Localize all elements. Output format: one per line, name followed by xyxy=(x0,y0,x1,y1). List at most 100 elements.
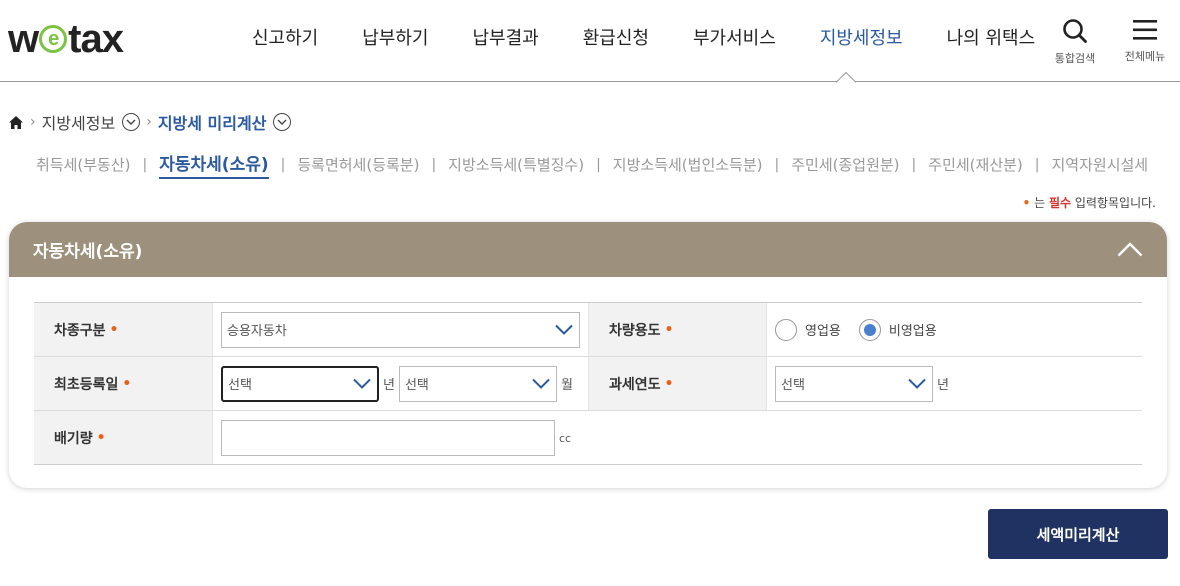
search-icon xyxy=(1063,19,1087,43)
required-note-highlight: 필수 xyxy=(1048,196,1072,210)
calculate-tax-button[interactable]: 세액미리계산 xyxy=(988,509,1168,559)
hamburger-icon xyxy=(1133,20,1157,40)
nav-item-payment-result[interactable]: 납부결과 xyxy=(451,24,561,54)
displacement-cell: cc xyxy=(213,411,1142,464)
vehicle-tax-panel: 자동차세(소유) 차종구분 • 승용자동차 차량용도 • 영업용 비영업용 최초… xyxy=(9,222,1167,488)
required-field-note: • 는 필수 입력항목입니다. xyxy=(1023,194,1156,211)
first-reg-month-value: 선택 xyxy=(404,378,429,393)
first-reg-year-select[interactable]: 선택 xyxy=(221,365,379,402)
tab-acquisition-tax[interactable]: 취득세(부동산) xyxy=(36,154,131,175)
chevron-down-icon xyxy=(353,378,371,389)
logo-text-prefix: w xyxy=(8,16,39,61)
displacement-label-text: 배기량 xyxy=(54,430,93,447)
chevron-right-icon: › xyxy=(30,114,36,130)
tax-year-label-text: 과세연도 xyxy=(609,376,661,393)
radio-noncommercial[interactable]: 비영업용 xyxy=(858,318,937,341)
required-note-suffix: 입력항목입니다. xyxy=(1071,196,1156,210)
radio-commercial-label: 영업용 xyxy=(805,324,841,339)
tab-resident-tax-property[interactable]: 주민세(재산분) xyxy=(928,154,1023,175)
required-mark: • xyxy=(122,375,132,392)
header: w e tax 신고하기 납부하기 납부결과 환급신청 부가서비스 지방세정보 나의… xyxy=(0,0,1180,83)
tab-regional-resource-facility-tax[interactable]: 지역자원시설세 xyxy=(1052,154,1149,175)
month-unit: 월 xyxy=(560,378,573,393)
form-row: 최초등록일 • 선택 년 선택 월 과세연도 • 선택 년 xyxy=(34,357,1142,411)
tab-divider: | xyxy=(280,156,286,173)
required-mark: • xyxy=(109,321,119,338)
tab-divider: | xyxy=(1034,156,1040,173)
vehicle-type-cell: 승용자동차 xyxy=(213,303,588,356)
first-reg-month-select[interactable]: 선택 xyxy=(398,365,557,402)
wetax-logo[interactable]: w e tax xyxy=(8,14,124,64)
tab-resident-tax-employee[interactable]: 주민세(종업원분) xyxy=(791,154,899,175)
required-dot: • xyxy=(1022,196,1031,210)
required-note-prefix: 는 xyxy=(1034,196,1049,210)
tab-divider: | xyxy=(431,156,437,173)
global-nav: 신고하기 납부하기 납부결과 환급신청 부가서비스 지방세정보 나의 위택스 xyxy=(230,24,1057,54)
search-label: 통합검색 xyxy=(1054,52,1096,65)
vehicle-use-label-text: 차량용도 xyxy=(609,322,661,339)
year-unit: 년 xyxy=(383,378,395,393)
tab-local-income-tax-corporate[interactable]: 지방소득세(법인소득분) xyxy=(613,154,763,175)
breadcrumb-level1[interactable]: 지방세정보 xyxy=(42,110,116,134)
panel-header: 자동차세(소유) xyxy=(9,222,1167,277)
logo-e-mark: e xyxy=(39,25,68,53)
tab-vehicle-tax[interactable]: 자동차세(소유) xyxy=(159,150,269,179)
tax-year-value: 선택 xyxy=(781,378,805,393)
radio-noncommercial-circle[interactable] xyxy=(858,318,881,341)
menu-label: 전체메뉴 xyxy=(1124,50,1166,63)
chevron-right-icon: › xyxy=(146,114,152,130)
nav-item-my-wetax[interactable]: 나의 위택스 xyxy=(925,24,1058,54)
required-mark: • xyxy=(664,375,674,392)
home-icon[interactable] xyxy=(8,115,24,130)
tab-divider: | xyxy=(142,156,148,173)
tax-year-unit: 년 xyxy=(937,378,949,393)
logo-text-suffix: tax xyxy=(68,16,124,61)
displacement-unit: cc xyxy=(559,432,572,445)
nav-item-file[interactable]: 신고하기 xyxy=(230,24,340,54)
vehicle-type-label-text: 차종구분 xyxy=(54,322,106,339)
nav-item-local-tax-info[interactable]: 지방세정보 xyxy=(798,24,925,54)
tax-year-select[interactable]: 선택 xyxy=(775,365,933,402)
breadcrumb: › 지방세정보 › 지방세 미리계산 xyxy=(8,110,292,134)
breadcrumb-level2[interactable]: 지방세 미리계산 xyxy=(158,110,267,134)
first-registration-label: 최초등록일 • xyxy=(34,357,213,410)
chevron-down-icon xyxy=(532,378,550,389)
nav-item-refund[interactable]: 환급신청 xyxy=(561,24,671,54)
integrated-search-button[interactable]: 통합검색 xyxy=(1052,18,1098,66)
vehicle-use-label: 차량용도 • xyxy=(588,303,767,356)
vehicle-type-label: 차종구분 • xyxy=(34,303,213,356)
tab-divider: | xyxy=(911,156,917,173)
radio-commercial-circle[interactable] xyxy=(775,318,797,341)
vehicle-type-value: 승용자동차 xyxy=(227,324,287,339)
vehicle-type-select[interactable]: 승용자동차 xyxy=(221,311,580,348)
form-row: 차종구분 • 승용자동차 차량용도 • 영업용 비영업용 xyxy=(34,303,1142,357)
vehicle-use-cell: 영업용 비영업용 xyxy=(767,303,1142,356)
radio-commercial[interactable]: 영업용 xyxy=(775,318,841,341)
collapse-chevron-up-icon[interactable] xyxy=(1117,242,1143,257)
nav-item-pay[interactable]: 납부하기 xyxy=(340,24,450,54)
displacement-label: 배기량 • xyxy=(34,411,213,464)
chevron-down-icon[interactable] xyxy=(122,113,141,131)
vehicle-use-radio-group: 영업용 비영업용 xyxy=(775,318,955,341)
tab-local-income-tax-withholding[interactable]: 지방소득세(특별징수) xyxy=(448,154,584,175)
tab-divider: | xyxy=(596,156,601,173)
radio-noncommercial-label: 비영업용 xyxy=(888,324,937,339)
panel-title: 자동차세(소유) xyxy=(33,242,143,262)
calc-form-table: 차종구분 • 승용자동차 차량용도 • 영업용 비영업용 최초등록일 • 선택 … xyxy=(34,302,1142,465)
tax-year-label: 과세연도 • xyxy=(588,357,767,410)
chevron-down-icon[interactable] xyxy=(273,113,292,131)
full-menu-button[interactable]: 전체메뉴 xyxy=(1118,18,1172,64)
tax-year-cell: 선택 년 xyxy=(767,357,1142,410)
first-registration-cell: 선택 년 선택 월 xyxy=(213,357,588,410)
nav-item-extra-services[interactable]: 부가서비스 xyxy=(671,24,798,54)
tab-divider: | xyxy=(774,156,780,173)
first-reg-year-value: 선택 xyxy=(228,378,252,393)
chevron-down-icon xyxy=(908,378,926,389)
first-registration-label-text: 최초등록일 xyxy=(54,376,119,393)
active-nav-pointer xyxy=(836,72,856,83)
required-mark: • xyxy=(664,321,674,338)
displacement-input[interactable] xyxy=(221,419,555,456)
form-row: 배기량 • cc xyxy=(34,411,1142,465)
required-mark: • xyxy=(96,429,106,446)
tab-registration-license-tax[interactable]: 등록면허세(등록분) xyxy=(297,154,419,175)
